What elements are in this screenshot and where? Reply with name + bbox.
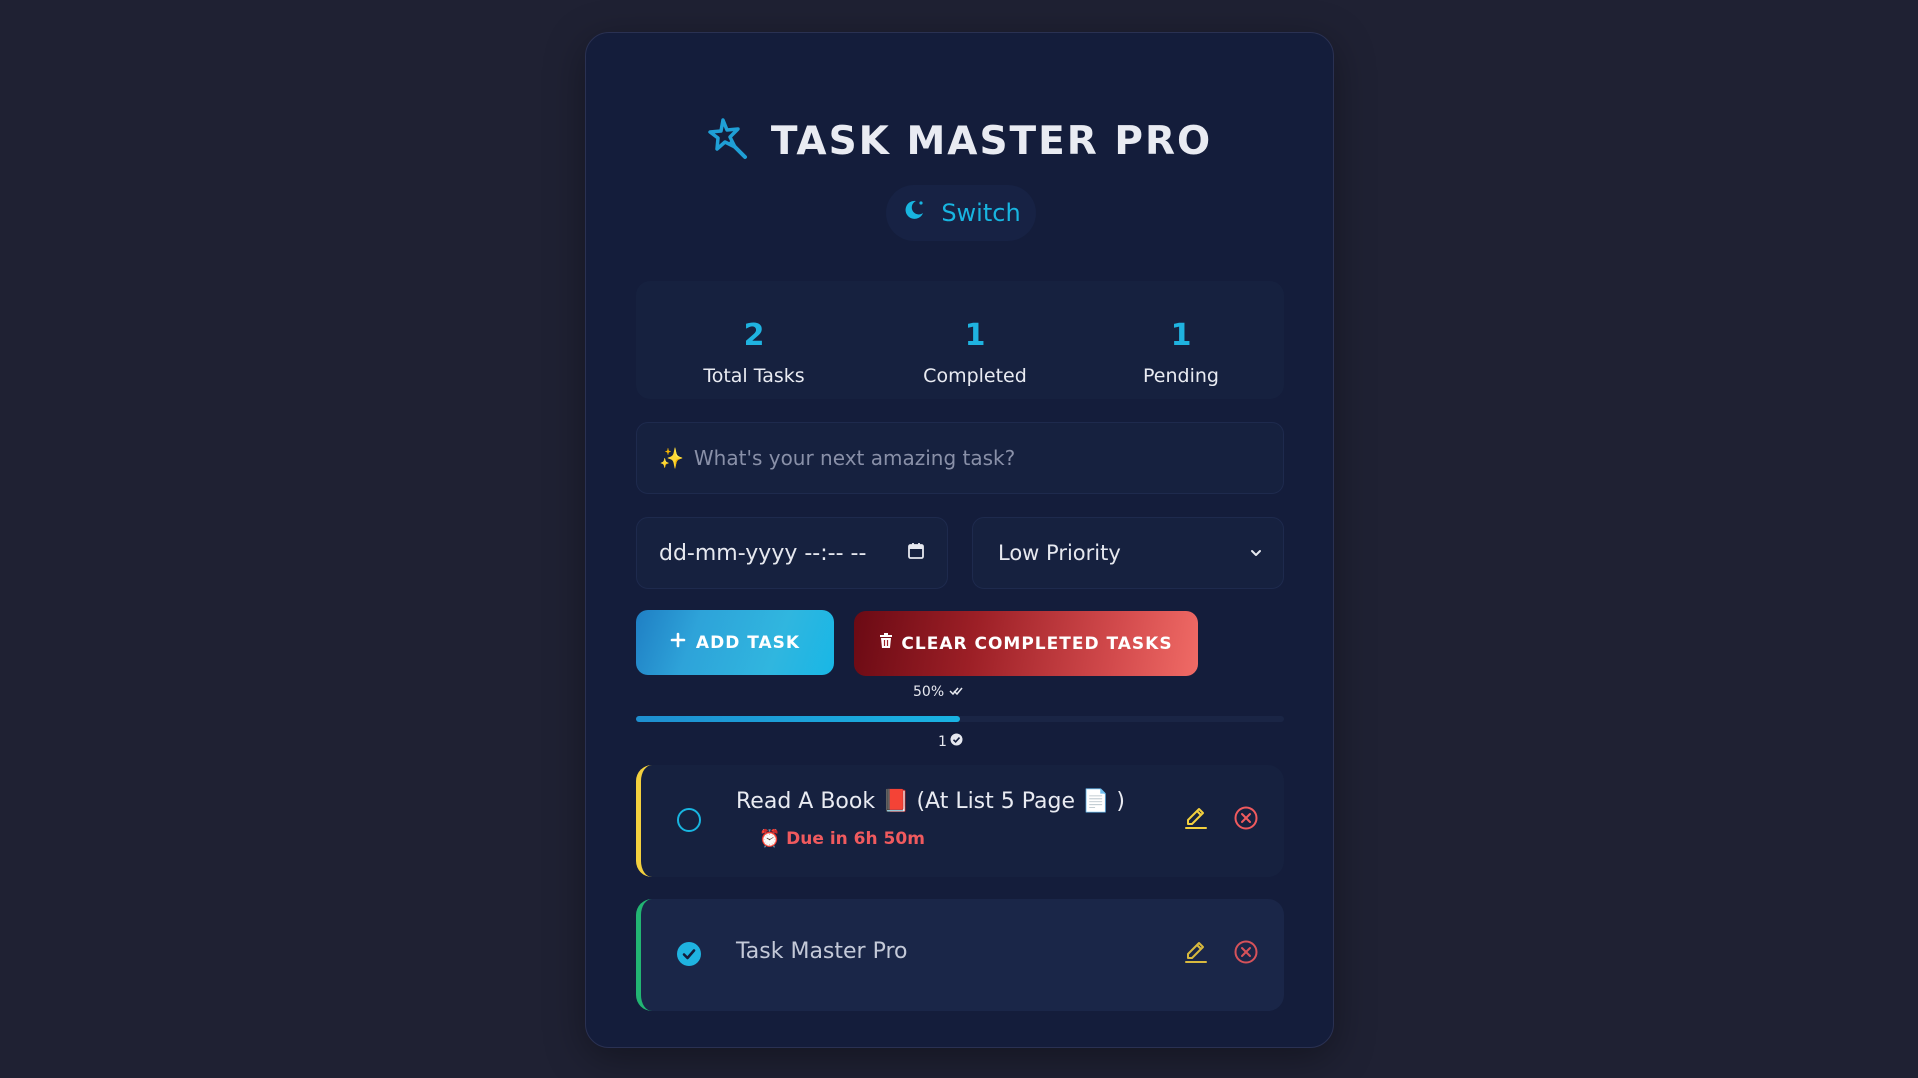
clear-completed-button[interactable]: CLEAR COMPLETED TASKS <box>854 611 1198 676</box>
new-task-input[interactable] <box>691 445 1256 471</box>
check-circle-icon <box>950 733 963 750</box>
app-header: TASK MASTER PRO <box>586 117 1333 165</box>
calendar-icon[interactable] <box>907 541 925 566</box>
task-text[interactable]: Task Master Pro <box>736 939 908 964</box>
priority-select[interactable]: Low Priority <box>972 517 1284 589</box>
progress-percent-text: 50% <box>913 684 945 700</box>
plus-icon <box>670 632 686 653</box>
stat-completed: 1 Completed <box>872 281 1078 399</box>
add-task-button[interactable]: ADD TASK <box>636 610 834 675</box>
app-title: TASK MASTER PRO <box>770 118 1213 164</box>
task-due: ⏰ Due in 6h 50m <box>759 829 925 849</box>
add-task-label: ADD TASK <box>695 632 801 653</box>
stat-total-label: Total Tasks <box>703 365 805 387</box>
check-icon <box>682 949 696 960</box>
stat-total-value: 2 <box>743 318 765 353</box>
magic-wand-star-icon <box>707 117 751 165</box>
stat-total: 2 Total Tasks <box>636 281 872 399</box>
task-toggle-checkbox[interactable] <box>677 808 701 832</box>
stat-completed-label: Completed <box>923 365 1027 387</box>
priority-selected-value: Low Priority <box>998 541 1121 565</box>
task-toggle-checkbox[interactable] <box>677 942 701 966</box>
alarm-clock-icon: ⏰ <box>759 829 781 849</box>
sparkles-icon: ✨ <box>659 446 684 470</box>
edit-pencil-icon[interactable] <box>1183 805 1209 835</box>
trash-icon <box>879 633 893 654</box>
task-text[interactable]: Read A Book 📕 (At List 5 Page 📄 ) <box>736 789 1125 814</box>
task-item: Read A Book 📕 (At List 5 Page 📄 ) ⏰ Due … <box>636 765 1284 877</box>
theme-switch-label: Switch <box>941 199 1021 227</box>
completed-count: 1 <box>938 733 963 750</box>
progress-percent: 50% <box>913 684 963 700</box>
chevron-down-icon <box>1249 541 1263 565</box>
stat-completed-value: 1 <box>964 318 986 353</box>
delete-x-icon[interactable] <box>1233 805 1259 835</box>
stat-pending: 1 Pending <box>1078 281 1284 399</box>
task-app-card: TASK MASTER PRO Switch 2 Total Tasks 1 C… <box>585 32 1334 1048</box>
edit-pencil-icon[interactable] <box>1183 939 1209 969</box>
double-check-icon <box>949 684 963 700</box>
delete-x-icon[interactable] <box>1233 939 1259 969</box>
moon-icon <box>901 197 927 229</box>
theme-switch-button[interactable]: Switch <box>886 185 1036 241</box>
new-task-field[interactable]: ✨ <box>636 422 1284 494</box>
stat-pending-value: 1 <box>1170 318 1192 353</box>
progress-bar <box>636 716 1284 722</box>
task-due-text: Due in 6h 50m <box>786 829 925 849</box>
due-date-placeholder: dd-mm-yyyy --:-- -- <box>659 540 867 566</box>
stat-pending-label: Pending <box>1143 365 1219 387</box>
task-item: Task Master Pro <box>636 899 1284 1011</box>
clear-completed-label: CLEAR COMPLETED TASKS <box>901 633 1173 654</box>
stats-panel: 2 Total Tasks 1 Completed 1 Pending <box>636 281 1284 399</box>
due-date-field[interactable]: dd-mm-yyyy --:-- -- <box>636 517 948 589</box>
progress-bar-fill <box>636 716 960 722</box>
completed-count-text: 1 <box>938 733 947 750</box>
